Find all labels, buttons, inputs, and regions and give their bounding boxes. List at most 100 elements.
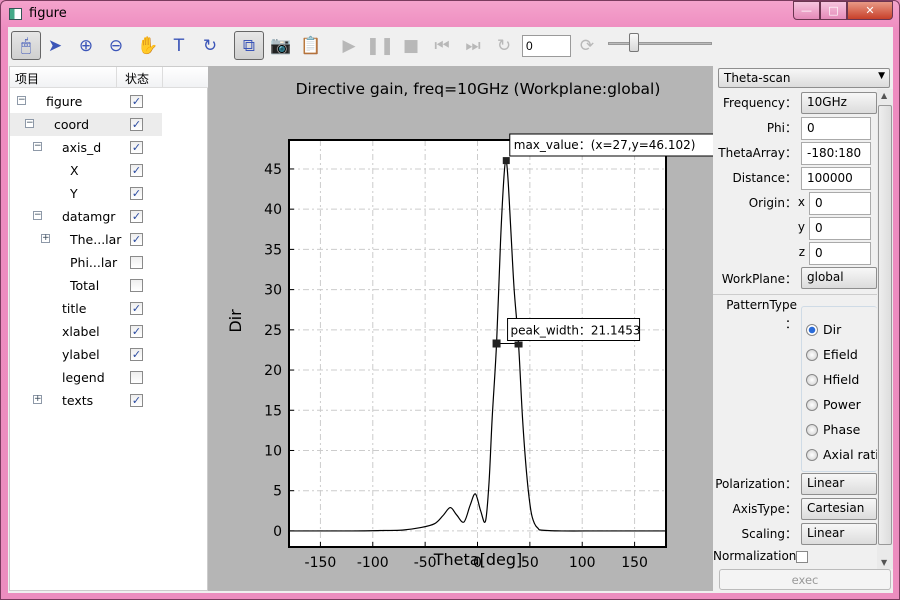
radio-label[interactable]: Hfield <box>823 372 877 387</box>
pointer-icon[interactable]: ➤ <box>40 31 70 60</box>
origin-y-input[interactable]: 0 <box>809 217 871 240</box>
radio-power[interactable] <box>806 399 818 411</box>
theta-array-input[interactable]: -180:180 <box>801 142 871 165</box>
tree-item-label: Y <box>70 186 78 201</box>
visibility-checkbox[interactable]: ✓ <box>130 325 143 338</box>
radio-efield[interactable] <box>806 349 818 361</box>
pan-hand-icon[interactable]: ✋ <box>133 31 163 60</box>
y-axis-label: Dir <box>226 309 245 333</box>
tree-row-figure[interactable]: − figure ✓ <box>10 90 162 113</box>
tree-row-thelar[interactable]: + The...lar ✓ <box>10 228 162 251</box>
collapse-icon[interactable]: − <box>33 142 42 151</box>
tree-row-texts[interactable]: + texts ✓ <box>10 389 162 412</box>
collapse-icon[interactable]: − <box>25 119 34 128</box>
frame-input[interactable] <box>522 35 571 57</box>
normalization-checkbox[interactable] <box>796 551 808 563</box>
tree-row-ylabel[interactable]: ylabel ✓ <box>10 343 162 366</box>
mode-dropdown[interactable]: Theta-scan ▼ <box>718 68 890 88</box>
radio-label[interactable]: Dir <box>823 322 877 337</box>
stop-icon[interactable]: ■ <box>396 31 426 60</box>
tree-row-xlabel[interactable]: xlabel ✓ <box>10 320 162 343</box>
tree-row-coord[interactable]: − coord ✓ <box>10 113 162 136</box>
tree-row-legend[interactable]: legend <box>10 366 162 389</box>
tree-item-label: title <box>62 301 87 316</box>
play-icon[interactable]: ▶ <box>334 31 364 60</box>
radio-phase[interactable] <box>806 424 818 436</box>
minimize-button[interactable]: — <box>793 1 820 20</box>
skip-back-icon[interactable]: ⏮ <box>427 31 457 60</box>
column-state[interactable]: 状态 <box>125 70 149 87</box>
radio-dir[interactable] <box>806 324 818 336</box>
skip-forward-icon[interactable]: ⏭ <box>458 31 488 60</box>
visibility-checkbox[interactable]: ✓ <box>130 164 143 177</box>
visibility-checkbox[interactable]: ✓ <box>130 118 143 131</box>
expand-icon[interactable]: + <box>33 395 42 404</box>
radio-hfield[interactable] <box>806 374 818 386</box>
visibility-checkbox[interactable]: ✓ <box>130 141 143 154</box>
visibility-checkbox[interactable]: ✓ <box>130 233 143 246</box>
visibility-checkbox[interactable]: ✓ <box>130 187 143 200</box>
visibility-checkbox[interactable] <box>130 256 143 269</box>
tree-row-x[interactable]: X ✓ <box>10 159 162 182</box>
frame-slider[interactable] <box>608 42 712 45</box>
camera-icon[interactable]: 📷 <box>266 31 296 60</box>
exec-button[interactable]: exec <box>719 569 891 590</box>
rotate-icon[interactable]: ↻ <box>195 31 225 60</box>
polarization-dropdown[interactable]: Linear <box>801 473 877 495</box>
origin-z-input[interactable]: 0 <box>809 242 871 265</box>
tree-hierarchy-icon[interactable]: ⧉ <box>234 31 264 60</box>
tree-row-philar[interactable]: Phi...lar <box>10 251 162 274</box>
distance-input[interactable]: 100000 <box>801 167 871 190</box>
radio-label[interactable]: Phase <box>823 422 877 437</box>
visibility-checkbox[interactable]: ✓ <box>130 210 143 223</box>
axis-type-dropdown[interactable]: Cartesian <box>801 498 877 520</box>
frequency-label: Frequency： <box>723 96 797 110</box>
radio-axial-ratio[interactable] <box>806 449 818 461</box>
y-tick-label: 25 <box>264 323 282 339</box>
reload-icon[interactable]: ⟳ <box>572 31 602 60</box>
visibility-checkbox[interactable] <box>130 371 143 384</box>
visibility-checkbox[interactable]: ✓ <box>130 95 143 108</box>
phi-input[interactable]: 0 <box>801 117 871 140</box>
radio-label[interactable]: Power <box>823 397 877 412</box>
workplane-dropdown[interactable]: global <box>801 267 877 289</box>
panel-scrollbar[interactable]: ▲ ▼ <box>877 89 893 569</box>
visibility-checkbox[interactable]: ✓ <box>130 394 143 407</box>
title-bar[interactable]: figure — □ ✕ <box>1 1 900 27</box>
scaling-label: Scaling： <box>741 527 797 541</box>
radio-label[interactable]: Efield <box>823 347 877 362</box>
directive-gain-chart[interactable]: Directive gain, freq=10GHz (Workplane:gl… <box>208 66 717 591</box>
refresh-icon[interactable]: ↻ <box>489 31 519 60</box>
tree-row-total[interactable]: Total <box>10 274 162 297</box>
scroll-up-icon[interactable]: ▲ <box>881 91 887 100</box>
radio-label[interactable]: Axial ratio <box>823 447 877 462</box>
visibility-checkbox[interactable] <box>130 279 143 292</box>
column-item[interactable]: 项目 <box>15 70 39 87</box>
scaling-dropdown[interactable]: Linear <box>801 523 877 545</box>
tree-row-axis_d[interactable]: − axis_d ✓ <box>10 136 162 159</box>
expand-icon[interactable]: + <box>41 234 50 243</box>
pause-icon[interactable]: ❚❚ <box>365 31 395 60</box>
tree-row-title[interactable]: title ✓ <box>10 297 162 320</box>
tree-row-datamgr[interactable]: − datamgr ✓ <box>10 205 162 228</box>
visibility-checkbox[interactable]: ✓ <box>130 348 143 361</box>
slider-handle[interactable] <box>629 33 639 52</box>
maximize-button[interactable]: □ <box>820 1 847 20</box>
zoom-out-icon[interactable]: ⊖ <box>101 31 131 60</box>
text-icon[interactable]: T <box>164 31 194 60</box>
collapse-icon[interactable]: − <box>33 211 42 220</box>
tree-item-label: Phi...lar <box>70 255 118 270</box>
scroll-down-icon[interactable]: ▼ <box>881 558 887 567</box>
frequency-dropdown[interactable]: 10GHz <box>801 92 877 114</box>
tree-item-label: datamgr <box>62 209 116 224</box>
tree-row-y[interactable]: Y ✓ <box>10 182 162 205</box>
collapse-icon[interactable]: − <box>17 96 26 105</box>
clipboard-camera-icon[interactable]: 📋 <box>296 31 326 60</box>
y-tick-label: 5 <box>273 484 282 500</box>
visibility-checkbox[interactable]: ✓ <box>130 302 143 315</box>
scrollbar-thumb[interactable] <box>878 105 892 545</box>
close-button[interactable]: ✕ <box>847 1 893 20</box>
origin-x-input[interactable]: 0 <box>809 192 871 215</box>
zoom-in-icon[interactable]: ⊕ <box>71 31 101 60</box>
mouse-mode-icon[interactable]: 🖱 <box>11 31 41 60</box>
